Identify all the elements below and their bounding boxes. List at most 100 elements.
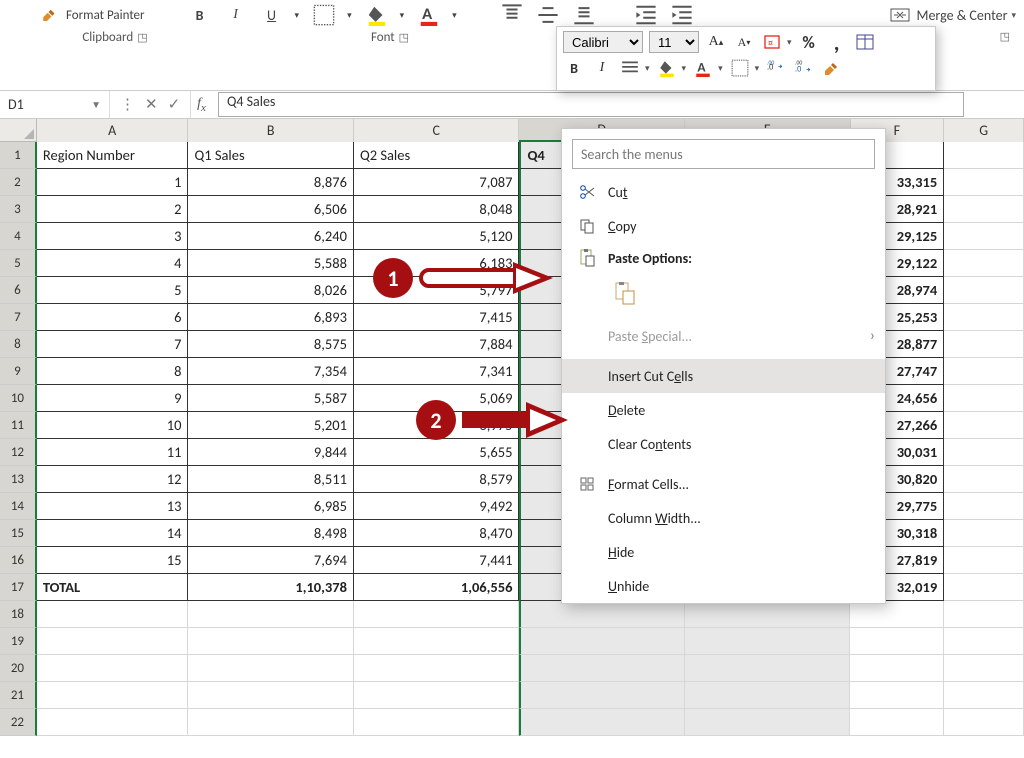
- cell[interactable]: 7,441: [354, 547, 520, 574]
- cell[interactable]: [188, 628, 354, 655]
- cell[interactable]: [944, 628, 1024, 655]
- cell[interactable]: 6: [37, 304, 189, 331]
- cell[interactable]: [685, 682, 851, 709]
- align-bottom-button[interactable]: [573, 4, 595, 26]
- cell[interactable]: [944, 655, 1024, 682]
- cell[interactable]: [944, 682, 1024, 709]
- format-painter-button[interactable]: [821, 57, 843, 79]
- fill-color-button[interactable]: [366, 4, 388, 26]
- menu-item-hide[interactable]: Hide: [562, 535, 885, 569]
- decrease-decimal-button[interactable]: .00.0: [793, 57, 815, 79]
- cell[interactable]: 5,587: [188, 385, 354, 412]
- menu-item-clear-contents[interactable]: Clear Contents: [562, 427, 885, 461]
- row-header[interactable]: 15: [0, 520, 37, 547]
- row-header[interactable]: 5: [0, 250, 37, 277]
- cell[interactable]: [354, 682, 520, 709]
- cell[interactable]: [944, 169, 1024, 196]
- fx-icon[interactable]: fx: [191, 96, 212, 114]
- cell[interactable]: Q1 Sales: [188, 142, 354, 169]
- cell[interactable]: 6,985: [188, 493, 354, 520]
- row-header[interactable]: 11: [0, 412, 37, 439]
- row-header[interactable]: 10: [0, 385, 37, 412]
- cell[interactable]: [685, 601, 851, 628]
- font-color-button[interactable]: A: [418, 4, 440, 26]
- font-size-select[interactable]: 11: [649, 31, 699, 53]
- menu-item-cut[interactable]: Cut: [562, 175, 885, 209]
- name-box[interactable]: D1 ▼: [0, 91, 110, 118]
- row-header[interactable]: 12: [0, 439, 37, 466]
- row-header[interactable]: 21: [0, 682, 37, 709]
- menu-search-input[interactable]: Search the menus: [572, 139, 875, 169]
- cell[interactable]: [850, 628, 944, 655]
- cell[interactable]: [188, 601, 354, 628]
- cell[interactable]: 12: [37, 466, 189, 493]
- increase-indent-button[interactable]: [671, 4, 693, 26]
- cell[interactable]: 5,201: [188, 412, 354, 439]
- cell[interactable]: 7: [37, 331, 189, 358]
- font-name-select[interactable]: Calibri: [563, 31, 643, 53]
- cell[interactable]: [354, 655, 520, 682]
- cell[interactable]: [188, 682, 354, 709]
- cell[interactable]: [37, 655, 189, 682]
- cell[interactable]: 7,087: [354, 169, 520, 196]
- cell[interactable]: [354, 709, 520, 736]
- cell[interactable]: 2: [37, 196, 189, 223]
- cell[interactable]: [685, 709, 851, 736]
- cell[interactable]: [37, 601, 189, 628]
- cell[interactable]: [354, 628, 520, 655]
- cell[interactable]: [685, 655, 851, 682]
- row-header[interactable]: 13: [0, 466, 37, 493]
- cell[interactable]: 8,048: [354, 196, 520, 223]
- cell[interactable]: 3: [37, 223, 189, 250]
- cell[interactable]: 9,492: [354, 493, 520, 520]
- cell[interactable]: [944, 142, 1024, 169]
- cell[interactable]: 8: [37, 358, 189, 385]
- cell[interactable]: [850, 655, 944, 682]
- comma-button[interactable]: ,: [826, 31, 848, 53]
- cell[interactable]: [944, 439, 1024, 466]
- row-header[interactable]: 20: [0, 655, 37, 682]
- font-color-button[interactable]: A: [692, 57, 714, 79]
- cell[interactable]: 14: [37, 520, 189, 547]
- cell[interactable]: 8,876: [188, 169, 354, 196]
- enter-button[interactable]: ✓: [168, 95, 181, 114]
- bold-button[interactable]: B: [189, 4, 211, 26]
- menu-item-insert-cut-cells[interactable]: Insert Cut Cells: [562, 359, 885, 393]
- cell[interactable]: 5,588: [188, 250, 354, 277]
- row-header[interactable]: 17: [0, 574, 37, 601]
- cell[interactable]: 1,10,378: [188, 574, 354, 601]
- menu-item-delete[interactable]: Delete: [562, 393, 885, 427]
- fill-color-button[interactable]: [656, 57, 678, 79]
- cell[interactable]: 8,575: [188, 331, 354, 358]
- cell[interactable]: 9,844: [188, 439, 354, 466]
- cell[interactable]: [37, 628, 189, 655]
- cell[interactable]: 9: [37, 385, 189, 412]
- dialog-launcher-icon[interactable]: ◳: [399, 31, 409, 44]
- accounting-format-button[interactable]: ¤: [761, 31, 783, 53]
- cell[interactable]: [188, 709, 354, 736]
- cell[interactable]: 13: [37, 493, 189, 520]
- border-button[interactable]: [729, 57, 751, 79]
- cell[interactable]: [944, 493, 1024, 520]
- menu-item-format-cells[interactable]: Format Cells...: [562, 467, 885, 501]
- dialog-launcher-icon[interactable]: ◳: [137, 31, 147, 44]
- cell[interactable]: [944, 358, 1024, 385]
- cell[interactable]: [354, 601, 520, 628]
- cell[interactable]: 1,06,556: [354, 574, 520, 601]
- cell[interactable]: Q2 Sales: [354, 142, 520, 169]
- row-header[interactable]: 4: [0, 223, 37, 250]
- cell[interactable]: 6,506: [188, 196, 354, 223]
- cell[interactable]: 5: [37, 277, 189, 304]
- merge-center-button[interactable]: Merge & Center ▾: [890, 6, 1016, 24]
- row-header[interactable]: 6: [0, 277, 37, 304]
- cell[interactable]: [944, 466, 1024, 493]
- cell[interactable]: 7,415: [354, 304, 520, 331]
- cell[interactable]: [519, 682, 685, 709]
- cell[interactable]: [944, 277, 1024, 304]
- increase-decimal-button[interactable]: .0.00: [765, 57, 787, 79]
- row-header[interactable]: 9: [0, 358, 37, 385]
- bold-button[interactable]: B: [563, 57, 585, 79]
- percent-button[interactable]: %: [798, 31, 820, 53]
- cell[interactable]: [685, 628, 851, 655]
- row-header[interactable]: 1: [0, 142, 37, 169]
